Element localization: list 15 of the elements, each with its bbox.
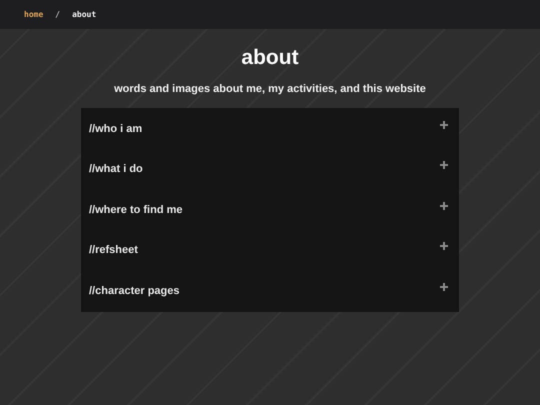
page-subtitle: words and images about me, my activities, and this website: [114, 82, 426, 97]
breadcrumb-current: about: [72, 8, 96, 20]
breadcrumb-separator: /: [55, 8, 60, 20]
plus-icon: [440, 120, 448, 129]
accordion-item[interactable]: //what i do: [81, 149, 459, 190]
accordion-item[interactable]: //character pages: [81, 270, 459, 311]
page-title: about: [241, 45, 299, 71]
accordion-item[interactable]: //where to find me: [81, 190, 459, 230]
accordion-item[interactable]: //who i am: [81, 108, 459, 149]
home-link[interactable]: home: [24, 8, 44, 20]
plus-icon: [440, 202, 448, 210]
accordion-item[interactable]: //refsheet: [81, 230, 459, 270]
plus-icon: [440, 282, 448, 291]
plus-icon: [440, 242, 448, 250]
plus-icon: [440, 161, 448, 170]
